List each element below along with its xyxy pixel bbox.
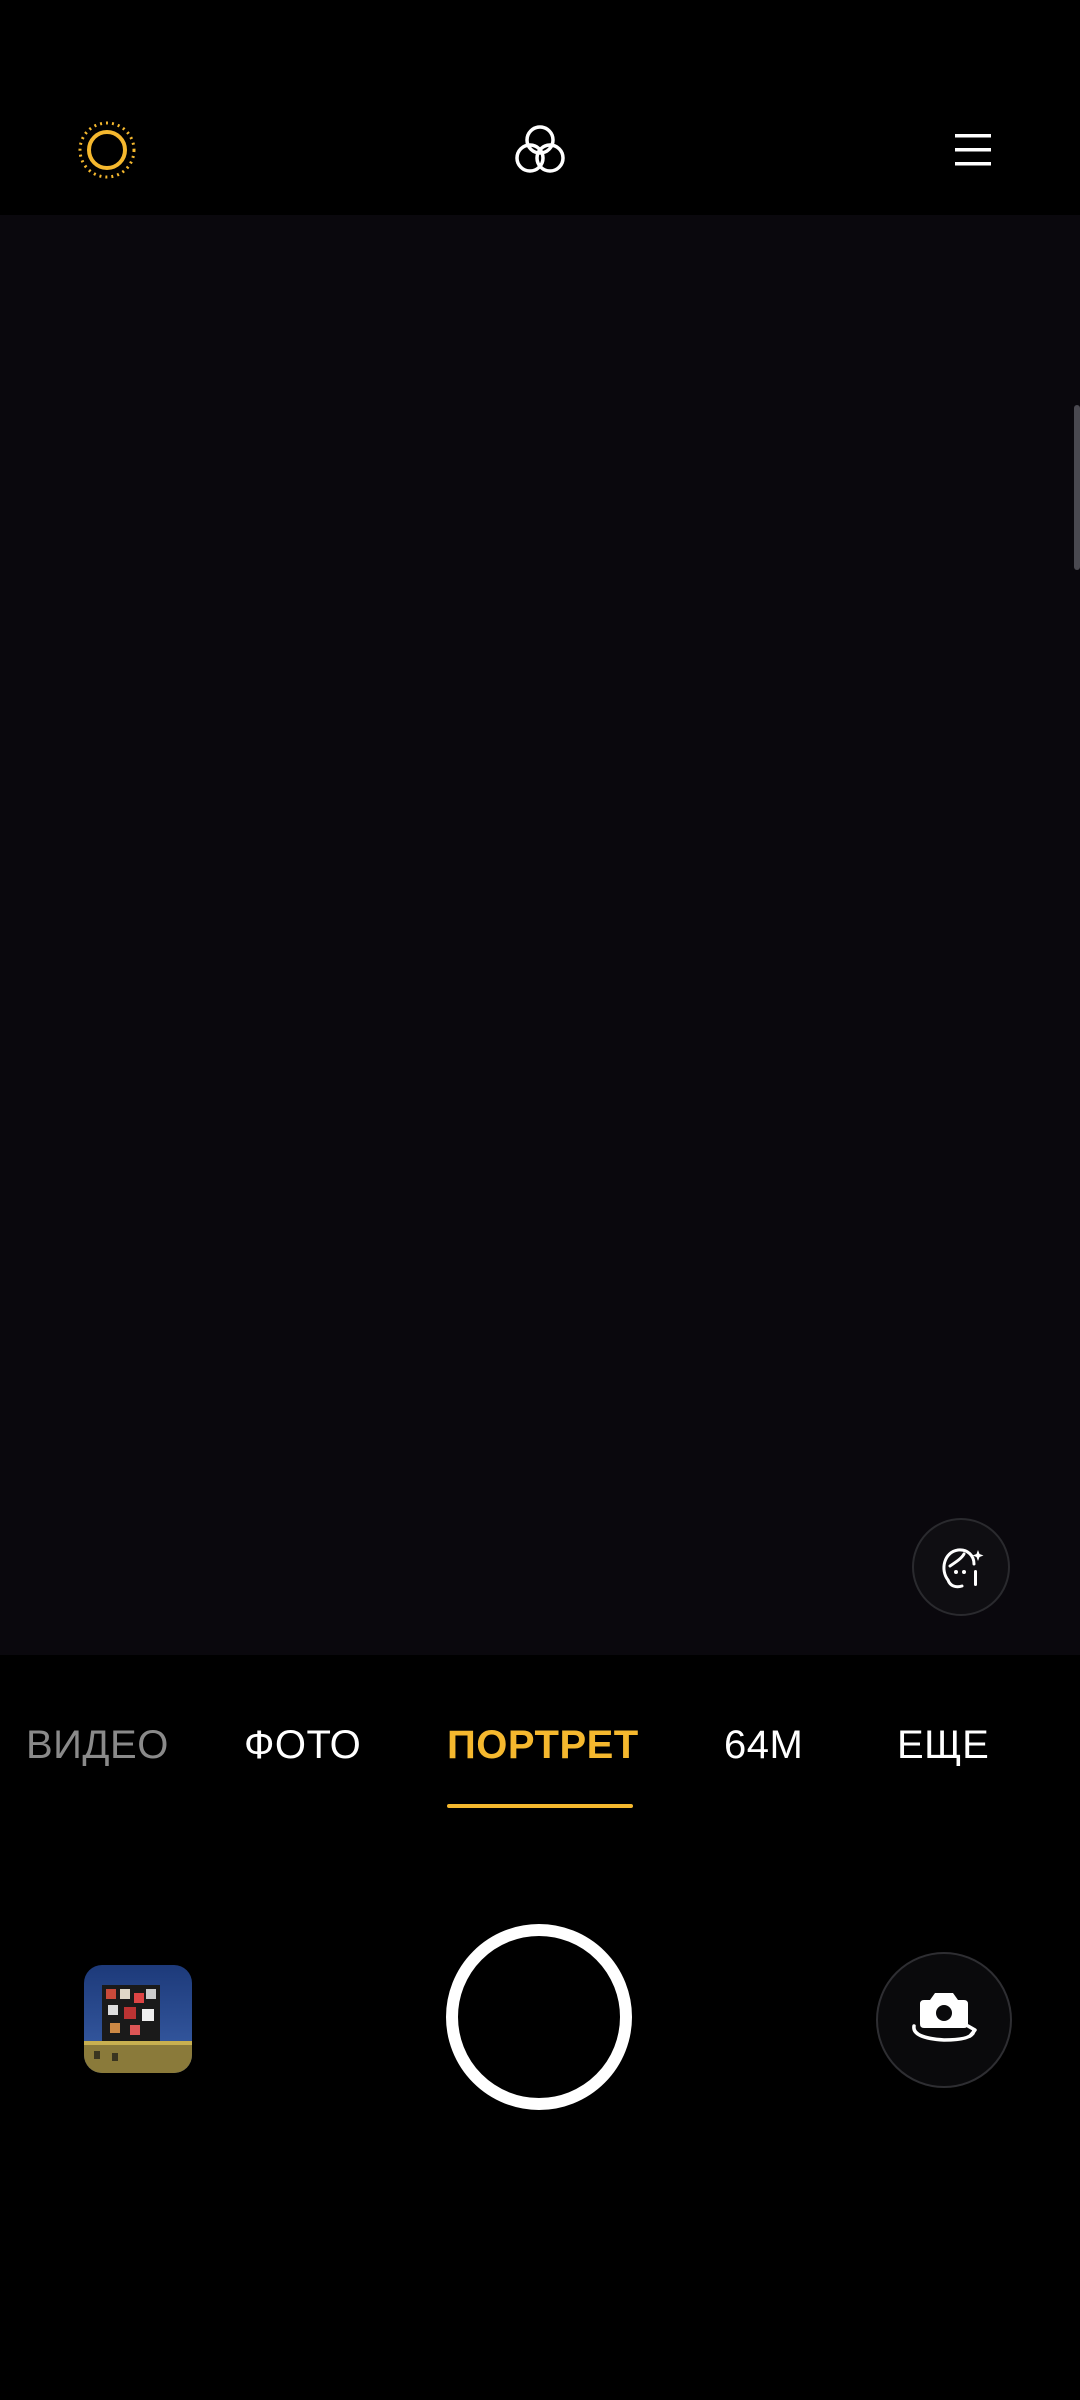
filters-icon xyxy=(515,125,565,173)
active-mode-underline xyxy=(447,1804,633,1808)
menu-icon xyxy=(955,134,991,166)
filters-button[interactable] xyxy=(485,95,595,205)
mode-64m[interactable]: 64M xyxy=(724,1723,803,1768)
bottom-controls xyxy=(0,1825,1080,2400)
mode-photo[interactable]: ФОТО xyxy=(244,1723,361,1768)
brightness-button[interactable] xyxy=(52,95,162,205)
gallery-photo-icon xyxy=(84,1965,192,2073)
zoom-scroll-indicator[interactable] xyxy=(1074,405,1080,570)
face-beauty-icon xyxy=(942,1548,984,1589)
beauty-button[interactable] xyxy=(912,1518,1010,1616)
shutter-button[interactable] xyxy=(446,1924,632,2110)
menu-button[interactable] xyxy=(918,95,1028,205)
camera-flip-button[interactable] xyxy=(876,1952,1012,2088)
camera-flip-icon xyxy=(912,1993,977,2042)
mode-more[interactable]: ЕЩЕ xyxy=(897,1723,989,1768)
camera-modes-bar: ВИДЕО ФОТО ПОРТРЕТ 64M ЕЩЕ xyxy=(0,1655,1080,1825)
mode-portrait[interactable]: ПОРТРЕТ xyxy=(447,1723,639,1768)
gallery-thumbnail[interactable] xyxy=(84,1965,192,2073)
top-bar xyxy=(0,0,1080,215)
mode-video[interactable]: ВИДЕО xyxy=(26,1723,169,1768)
sun-icon xyxy=(78,121,136,179)
mode-video-label: ВИДЕО xyxy=(26,1723,169,1767)
camera-app: ВИДЕО ФОТО ПОРТРЕТ 64M ЕЩЕ xyxy=(0,0,1080,2400)
viewfinder[interactable] xyxy=(0,215,1080,1655)
